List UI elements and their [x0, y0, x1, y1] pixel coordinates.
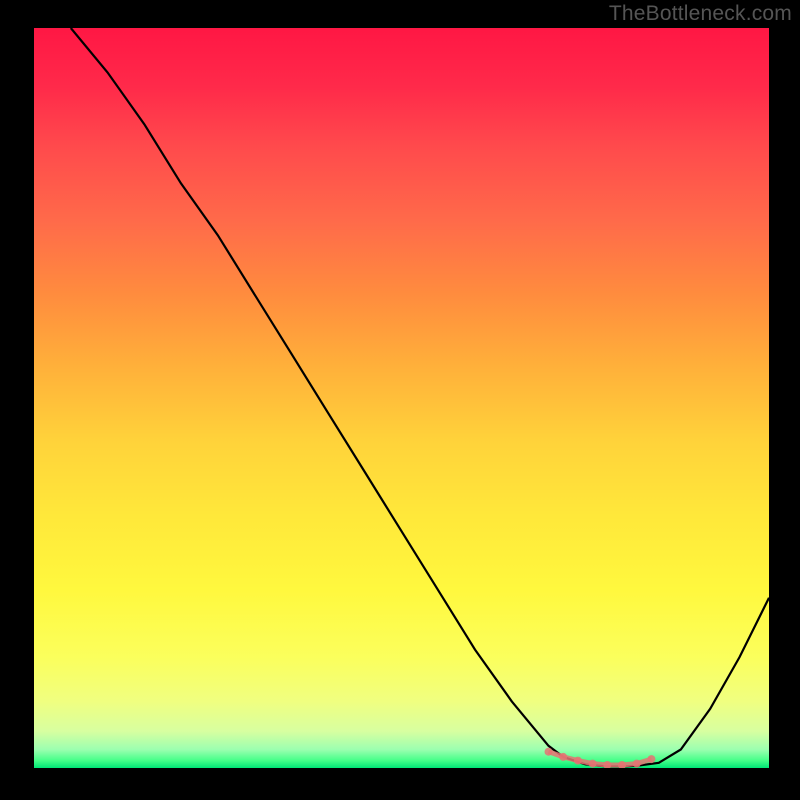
optimal-marker: [618, 761, 626, 768]
plot-area: [34, 28, 769, 768]
optimal-marker: [633, 760, 641, 768]
chart-container: TheBottleneck.com: [0, 0, 800, 800]
optimal-range-markers: [545, 748, 656, 768]
optimal-marker: [589, 760, 597, 768]
optimal-marker: [603, 761, 611, 768]
optimal-marker: [574, 757, 582, 765]
optimal-marker: [545, 748, 553, 756]
optimal-marker: [647, 755, 655, 763]
curve-svg: [34, 28, 769, 768]
optimal-marker: [559, 753, 567, 761]
bottleneck-curve: [71, 28, 769, 767]
watermark-text: TheBottleneck.com: [609, 2, 792, 26]
